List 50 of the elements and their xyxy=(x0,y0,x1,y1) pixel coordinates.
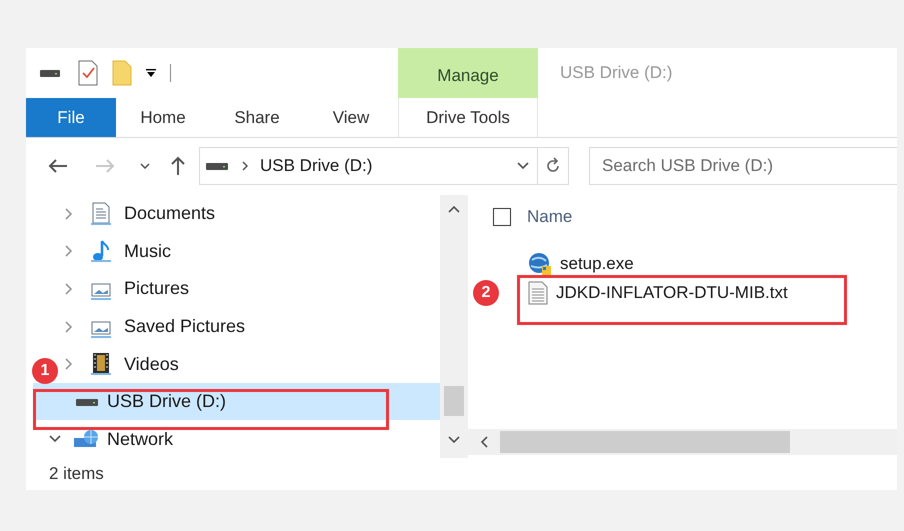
scroll-down-icon[interactable] xyxy=(448,436,460,444)
navigation-item[interactable]: Pictures xyxy=(59,270,440,308)
address-bar[interactable]: USB Drive (D:) xyxy=(199,147,569,185)
ribbon-tab[interactable]: File xyxy=(26,98,116,137)
music-note-icon xyxy=(90,239,112,264)
drive-icon xyxy=(76,396,98,407)
expand-chevron-icon[interactable] xyxy=(65,282,73,295)
collapse-chevron-icon[interactable] xyxy=(49,435,61,444)
ribbon-tab[interactable]: Drive Tools xyxy=(398,98,538,137)
document-icon xyxy=(90,202,112,226)
file-item[interactable]: setup.exe xyxy=(520,249,897,278)
checklist-icon[interactable] xyxy=(78,60,98,86)
select-all-checkbox[interactable] xyxy=(493,208,511,226)
item-count: 2 items xyxy=(49,464,104,484)
drive-icon[interactable] xyxy=(40,68,60,78)
expand-chevron-icon[interactable] xyxy=(65,358,73,370)
breadcrumb[interactable]: USB Drive (D:) xyxy=(260,156,372,176)
column-header[interactable]: Name xyxy=(527,207,572,227)
expand-chevron-icon[interactable] xyxy=(65,208,73,220)
navigation-item[interactable]: Music xyxy=(59,232,440,270)
breadcrumb-chevron-icon xyxy=(242,161,248,171)
step-badge: 1 xyxy=(32,358,58,384)
window-title: USB Drive (D:) xyxy=(560,63,672,83)
navigation-item[interactable]: Documents xyxy=(59,195,440,233)
scrollbar-thumb[interactable] xyxy=(500,431,790,453)
recent-chevron-icon[interactable] xyxy=(140,163,150,169)
navigation-item[interactable]: Network xyxy=(33,420,440,458)
refresh-icon xyxy=(545,157,561,175)
up-arrow-icon[interactable] xyxy=(170,156,186,176)
network-icon xyxy=(73,429,101,450)
scroll-left-icon[interactable] xyxy=(480,436,488,448)
expand-chevron-icon[interactable] xyxy=(65,320,73,333)
navigation-item[interactable]: Saved Pictures xyxy=(59,308,440,346)
navigation-item[interactable]: Videos xyxy=(59,345,440,383)
manage-tab-header[interactable]: Manage xyxy=(398,48,538,98)
vertical-scrollbar[interactable] xyxy=(440,195,468,458)
scroll-up-icon[interactable] xyxy=(448,205,460,213)
customize-caret-icon[interactable] xyxy=(146,68,156,78)
drive-icon xyxy=(206,162,228,170)
file-item[interactable]: JDKD-INFLATOR-DTU-MIB.txt xyxy=(520,278,897,307)
text-file-icon xyxy=(528,280,548,304)
search-field[interactable]: Search USB Drive (D:) xyxy=(589,147,897,185)
navigation-item[interactable]: USB Drive (D:) xyxy=(33,382,440,420)
expand-chevron-icon[interactable] xyxy=(65,245,73,258)
scrollbar-thumb[interactable] xyxy=(444,386,464,416)
film-icon xyxy=(90,352,112,376)
step-badge: 2 xyxy=(473,280,499,306)
globe-setup-icon xyxy=(528,252,552,276)
dropdown-chevron-icon[interactable] xyxy=(517,162,529,170)
back-arrow-icon[interactable] xyxy=(48,158,68,174)
